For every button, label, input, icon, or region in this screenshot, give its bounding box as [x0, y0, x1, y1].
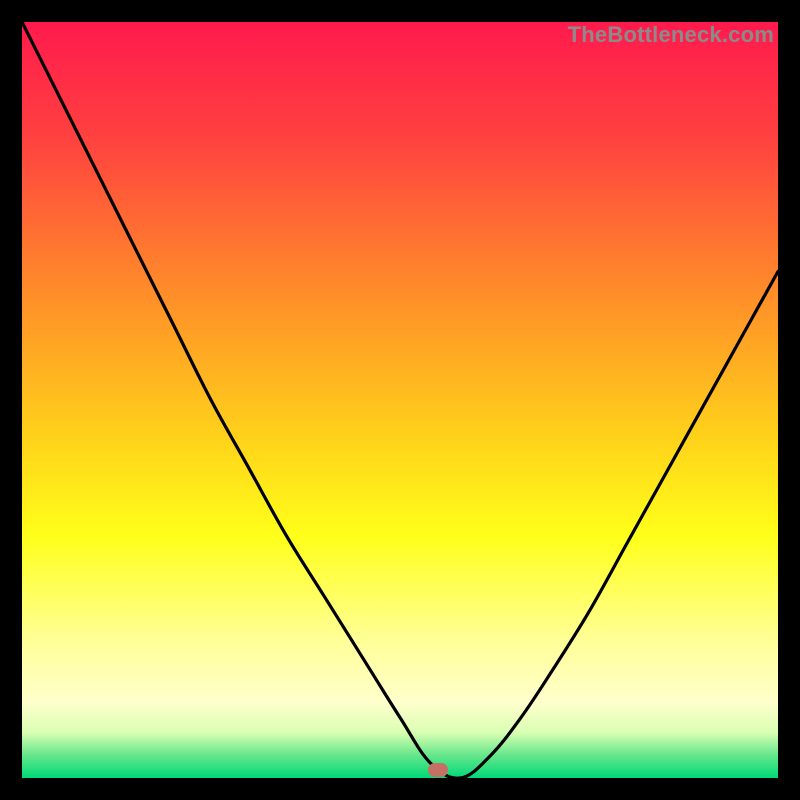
chart-frame: TheBottleneck.com — [0, 0, 800, 800]
bottleneck-curve-path — [22, 22, 778, 778]
plot-area: TheBottleneck.com — [22, 22, 778, 778]
watermark-text: TheBottleneck.com — [568, 22, 774, 48]
bottleneck-curve — [22, 22, 778, 778]
optimal-point-marker — [428, 763, 448, 777]
